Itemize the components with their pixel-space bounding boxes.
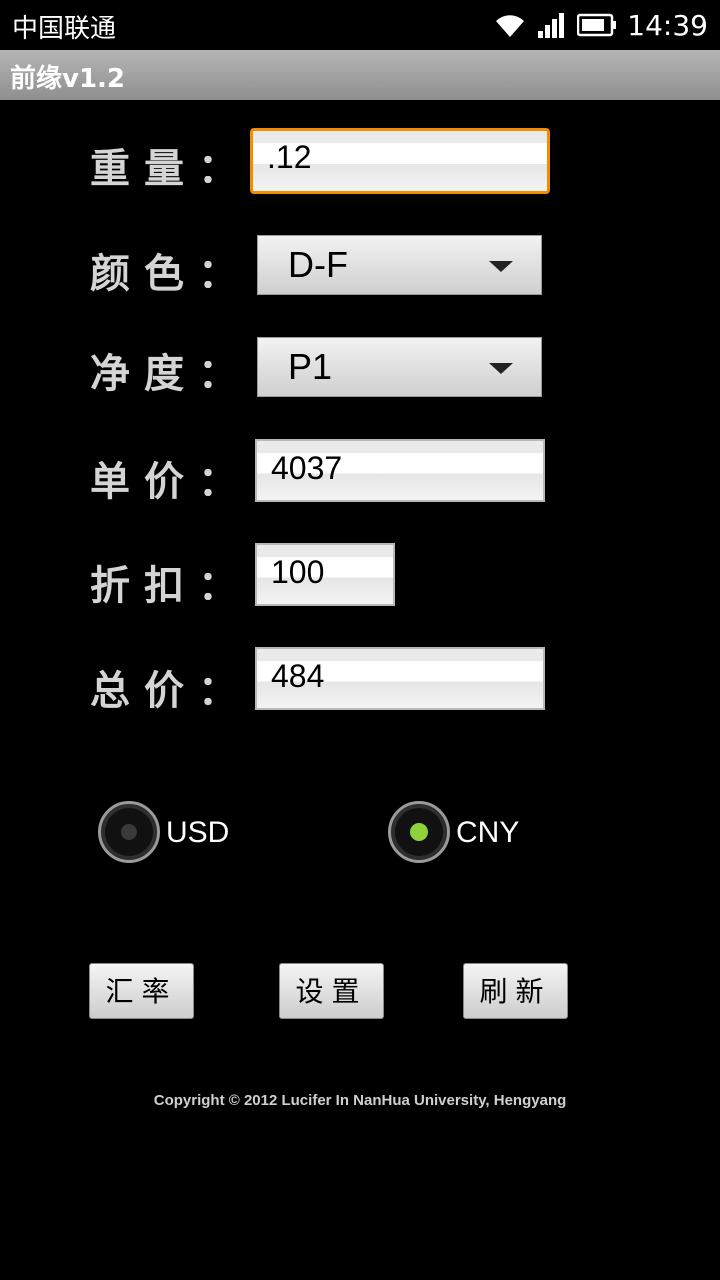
discount-input[interactable]: 100 (255, 543, 395, 606)
status-bar: 中国联通 14:39 (0, 0, 720, 50)
radio-dot (121, 824, 137, 840)
clarity-dropdown[interactable]: P1 (257, 337, 542, 397)
clarity-selected-value: P1 (288, 346, 333, 387)
status-time: 14:39 (627, 8, 708, 42)
cny-label[interactable]: CNY (456, 816, 519, 850)
settings-button[interactable]: 设置 (279, 963, 384, 1019)
radio-dot (410, 823, 428, 841)
cny-radio[interactable] (388, 801, 450, 863)
color-label: 颜色： (90, 251, 252, 297)
copyright-text: Copyright © 2012 Lucifer In NanHua Unive… (153, 1092, 567, 1109)
clarity-label: 净度： (90, 351, 252, 397)
color-dropdown[interactable]: D-F (257, 235, 542, 295)
color-selected-value: D-F (288, 244, 348, 285)
battery-icon (577, 13, 617, 37)
signal-icon (538, 13, 565, 38)
discount-label: 折扣： (90, 563, 252, 609)
chevron-down-icon (489, 261, 513, 272)
carrier-name: 中国联通 (12, 14, 117, 44)
exchange-rate-button[interactable]: 汇率 (89, 963, 194, 1019)
total-price-label: 总价： (90, 668, 252, 714)
weight-label: 重量： (90, 146, 252, 192)
usd-label[interactable]: USD (166, 816, 229, 850)
status-icons: 14:39 (493, 6, 708, 44)
refresh-button[interactable]: 刷新 (463, 963, 568, 1019)
app-title: 前缘v1.2 (10, 64, 126, 94)
usd-radio[interactable] (98, 801, 160, 863)
total-price-input[interactable]: 484 (255, 647, 545, 710)
title-bar: 前缘v1.2 (0, 50, 720, 100)
weight-input[interactable]: .12 (250, 128, 550, 194)
wifi-icon (496, 15, 525, 37)
unit-price-input[interactable]: 4037 (255, 439, 545, 502)
chevron-down-icon (489, 363, 513, 374)
unit-price-label: 单价： (90, 459, 252, 505)
